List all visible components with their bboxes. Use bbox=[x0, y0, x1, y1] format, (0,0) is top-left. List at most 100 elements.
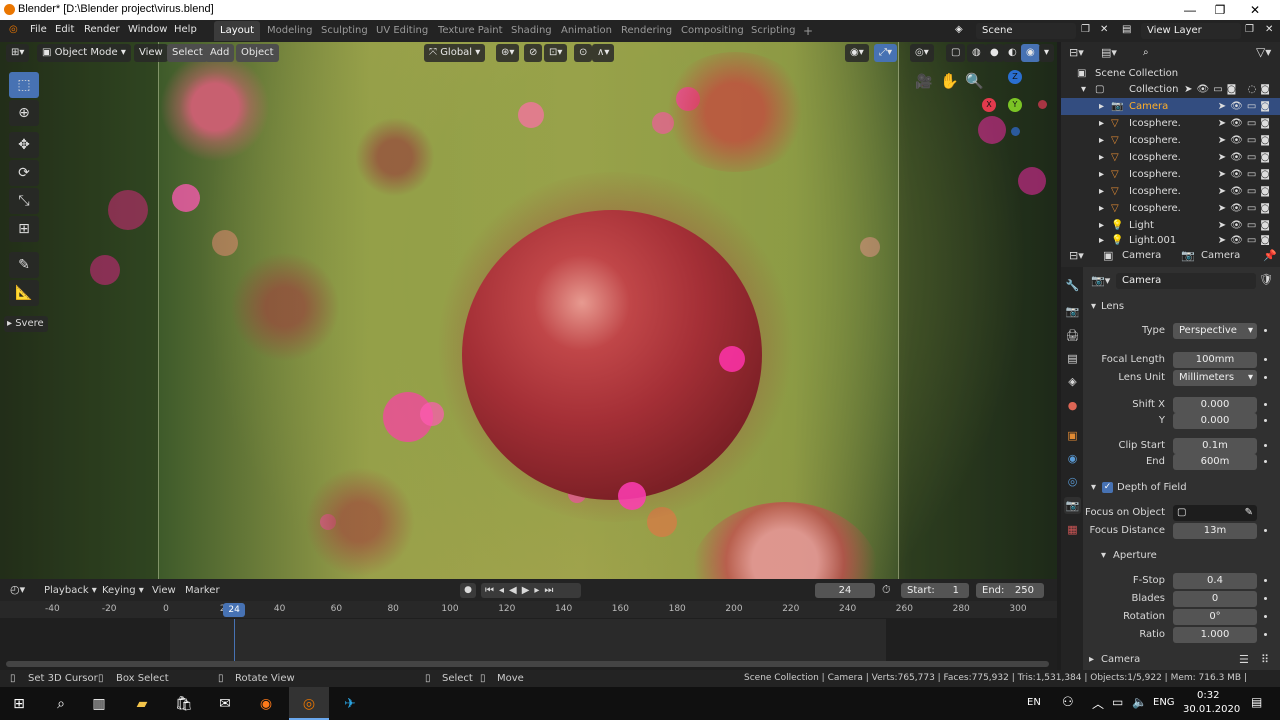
telegram-icon[interactable]: ✈ bbox=[339, 693, 361, 715]
panel-expand-icon[interactable]: ▸ bbox=[1089, 654, 1094, 665]
keying-menu[interactable]: Keying ▾ bbox=[102, 585, 144, 596]
tool-tab-icon[interactable]: 🔧 bbox=[1064, 277, 1081, 294]
annotate-tool[interactable]: ✎ bbox=[9, 252, 39, 278]
render-tab-icon[interactable]: 📷 bbox=[1064, 303, 1081, 320]
animate-dot-icon[interactable] bbox=[1264, 444, 1267, 447]
item-visibility-icons[interactable]: ➤👁▭◙ bbox=[1218, 98, 1274, 115]
shading-solid-icon[interactable]: ● bbox=[985, 44, 1004, 62]
gizmo-neg-z[interactable] bbox=[1011, 127, 1020, 136]
add-workspace-button[interactable]: + bbox=[797, 21, 819, 41]
editor-type-icon[interactable]: ⊞▾ bbox=[6, 44, 30, 62]
playback-controls[interactable]: ⏮◂◀▶▸⏭ bbox=[481, 583, 581, 598]
tab-layout[interactable]: Layout bbox=[214, 21, 260, 41]
animate-dot-icon[interactable] bbox=[1264, 597, 1267, 600]
search-icon[interactable]: ⌕ bbox=[50, 693, 72, 715]
mode-dropdown[interactable]: ▣ Object Mode ▾ bbox=[37, 44, 131, 62]
measure-tool[interactable]: 📐 bbox=[9, 280, 39, 306]
tab-modeling[interactable]: Modeling bbox=[261, 21, 319, 41]
visibility-icon[interactable]: ◉▾ bbox=[845, 44, 869, 62]
last-operation-panel[interactable]: ▸ Svere bbox=[4, 316, 48, 332]
animate-dot-icon[interactable] bbox=[1264, 460, 1267, 463]
expand-icon[interactable]: ▸ bbox=[1099, 232, 1104, 245]
outliner-item-icosphere[interactable]: ▸ ▽ Icosphere. ➤👁▭◙ bbox=[1061, 132, 1280, 149]
auto-keying-icon[interactable]: ● bbox=[460, 583, 476, 598]
zoom-icon[interactable]: 🔍 bbox=[965, 72, 984, 90]
current-frame-field[interactable]: 24 bbox=[815, 583, 875, 598]
menu-edit[interactable]: Edit bbox=[55, 24, 74, 35]
pin-icon[interactable]: 📌 bbox=[1263, 249, 1277, 262]
snap-icon[interactable]: ⊘ bbox=[524, 44, 543, 62]
tab-compositing[interactable]: Compositing bbox=[675, 21, 750, 41]
xray-icon[interactable]: ▢ bbox=[946, 44, 966, 62]
lens-panel-header[interactable]: Lens bbox=[1101, 301, 1124, 312]
camera-data-name-field[interactable]: Camera bbox=[1116, 273, 1256, 289]
view-layer-tab-icon[interactable]: ▤ bbox=[1064, 350, 1081, 367]
notifications-icon[interactable]: ▤ bbox=[1251, 695, 1262, 709]
menu-file[interactable]: File bbox=[30, 24, 47, 35]
gizmo-y-axis[interactable]: Y bbox=[1008, 98, 1022, 112]
new-scene-icon[interactable]: ❐ bbox=[1081, 24, 1090, 35]
view-layer-field[interactable]: View Layer bbox=[1141, 23, 1241, 39]
animate-dot-icon[interactable] bbox=[1264, 579, 1267, 582]
taskbar-blender-active[interactable]: ◎ bbox=[289, 687, 329, 720]
item-visibility-icons[interactable]: ➤👁▭◙ bbox=[1218, 132, 1274, 149]
lens-type-dropdown[interactable]: Perspective ▾ bbox=[1173, 323, 1257, 339]
outliner-scene-collection[interactable]: ▣ Scene Collection bbox=[1061, 65, 1280, 82]
outliner-item-icosphere[interactable]: ▸ ▽ Icosphere. ➤👁▭◙ bbox=[1061, 149, 1280, 166]
timeline-view-menu[interactable]: View bbox=[152, 585, 176, 596]
store-icon[interactable]: 🛍 bbox=[173, 693, 195, 715]
minimize-button[interactable]: — bbox=[1175, 1, 1205, 19]
item-visibility-icons[interactable]: ➤👁▭◙ bbox=[1218, 183, 1274, 200]
task-view-icon[interactable]: ▥ bbox=[88, 693, 110, 715]
expand-icon[interactable]: ▸ bbox=[1099, 132, 1104, 149]
transform-tool[interactable]: ⊞ bbox=[9, 216, 39, 242]
shift-y-field[interactable]: 0.000 bbox=[1173, 413, 1257, 429]
orientation-dropdown[interactable]: ⤧ Global ▾ bbox=[424, 44, 486, 62]
volume-icon[interactable]: 🔈 bbox=[1132, 695, 1147, 709]
shading-material-icon[interactable]: ◐ bbox=[1003, 44, 1022, 62]
animate-dot-icon[interactable] bbox=[1264, 358, 1267, 361]
filter-icon[interactable]: ▽▾ bbox=[1256, 45, 1271, 59]
outliner-item-icosphere[interactable]: ▸ ▽ Icosphere. ➤👁▭◙ bbox=[1061, 115, 1280, 132]
focus-distance-field[interactable]: 13m bbox=[1173, 523, 1257, 539]
data-block-icon[interactable]: 📷▾ bbox=[1091, 274, 1110, 287]
outliner-collection[interactable]: ▾ ▢ Collection ➤👁▭◙ ◌◙ bbox=[1061, 81, 1280, 98]
rotate-tool[interactable]: ⟳ bbox=[9, 160, 39, 186]
tab-animation[interactable]: Animation bbox=[555, 21, 618, 41]
breadcrumb-object[interactable]: Camera bbox=[1122, 250, 1161, 261]
menu-add[interactable]: Add bbox=[205, 44, 235, 62]
animate-dot-icon[interactable] bbox=[1264, 403, 1267, 406]
camera-data-tab-icon[interactable]: 📷 bbox=[1064, 497, 1081, 514]
keyboard-layout[interactable]: ENG bbox=[1153, 697, 1175, 708]
aperture-subpanel-header[interactable]: Aperture bbox=[1113, 550, 1157, 561]
animate-dot-icon[interactable] bbox=[1264, 529, 1267, 532]
3d-viewport[interactable]: ⊞▾ ▣ Object Mode ▾ View Select Add Objec… bbox=[0, 42, 1057, 579]
fstop-field[interactable]: 0.4 bbox=[1173, 573, 1257, 589]
item-visibility-icons[interactable]: ➤👁▭◙ bbox=[1218, 115, 1274, 132]
expand-icon[interactable]: ▸ bbox=[1099, 98, 1104, 115]
focus-object-field[interactable]: ▢ ✎ bbox=[1173, 505, 1257, 521]
start-frame-field[interactable]: Start: 1 bbox=[901, 583, 969, 598]
gizmo-z-axis[interactable]: Z bbox=[1008, 70, 1022, 84]
physics-tab-icon[interactable]: ◎ bbox=[1064, 473, 1081, 490]
input-language[interactable]: EN bbox=[1027, 697, 1041, 708]
clock-time[interactable]: 0:32 bbox=[1197, 690, 1219, 701]
outliner-item-icosphere[interactable]: ▸ ▽ Icosphere. ➤👁▭◙ bbox=[1061, 183, 1280, 200]
move-tool[interactable]: ✥ bbox=[9, 132, 39, 158]
clock-date[interactable]: 30.01.2020 bbox=[1183, 704, 1240, 715]
world-tab-icon[interactable]: ● bbox=[1064, 397, 1081, 414]
menu-view[interactable]: View bbox=[134, 44, 168, 62]
menu-render[interactable]: Render bbox=[84, 24, 120, 35]
outliner-item-icosphere[interactable]: ▸ ▽ Icosphere. ➤👁▭◙ bbox=[1061, 200, 1280, 217]
shading-rendered-icon[interactable]: ◉ bbox=[1021, 44, 1040, 62]
snap-target-icon[interactable]: ⊡▾ bbox=[544, 44, 568, 62]
scene-icon[interactable]: ◈ bbox=[955, 24, 963, 35]
dof-panel-header[interactable]: Depth of Field bbox=[1117, 482, 1187, 493]
outliner-item-light[interactable]: ▸ 💡 Light.001 ➤👁▭◙ bbox=[1061, 232, 1280, 245]
mail-icon[interactable]: ✉ bbox=[214, 693, 236, 715]
clip-start-field[interactable]: 0.1m bbox=[1173, 438, 1257, 454]
drag-handle-icon[interactable]: ⠿ bbox=[1261, 653, 1269, 666]
tab-sculpting[interactable]: Sculpting bbox=[315, 21, 374, 41]
shift-x-field[interactable]: 0.000 bbox=[1173, 397, 1257, 413]
playhead[interactable]: 24 bbox=[223, 603, 246, 617]
